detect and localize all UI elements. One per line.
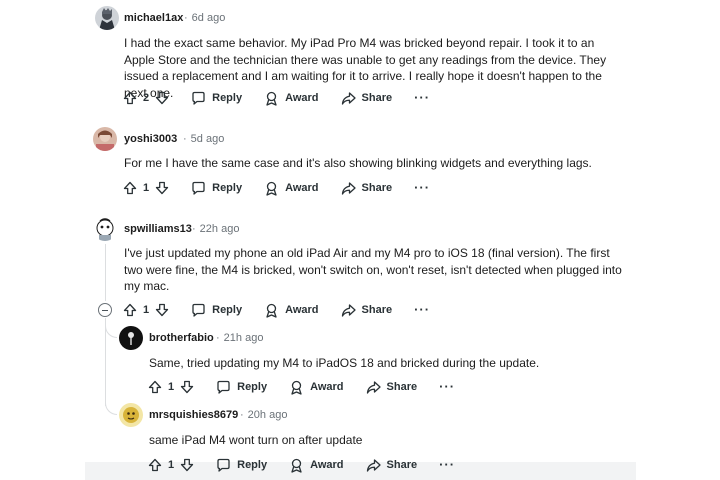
award-ribbon-icon: [264, 303, 285, 318]
speech-bubble-icon: [191, 91, 212, 106]
comment-body: Same, tried updating my M4 to iPadOS 18 …: [149, 356, 540, 370]
avatar-spwilliams13[interactable]: [93, 217, 117, 241]
downvote-arrow-icon[interactable]: [155, 91, 169, 105]
reply-label: Reply: [212, 92, 243, 104]
vote-count: 1: [143, 182, 150, 194]
comment-body: same iPad M4 wont turn on after update: [149, 433, 363, 447]
vote-count: 1: [168, 381, 175, 393]
timestamp: · 6d ago: [184, 12, 226, 24]
timestamp: · 21h ago: [216, 332, 264, 344]
reply-button[interactable]: Reply: [191, 181, 242, 196]
upvote-arrow-icon[interactable]: [123, 91, 137, 105]
timestamp: · 22h ago: [192, 223, 240, 235]
comment-actions: 1 Reply Award Share ···: [123, 178, 430, 198]
downvote-arrow-icon[interactable]: [180, 458, 194, 472]
vote-control: 1: [123, 181, 169, 195]
username[interactable]: spwilliams13: [124, 223, 192, 235]
award-label: Award: [285, 182, 319, 194]
comment-body: For me I have the same case and it's als…: [124, 156, 592, 170]
reply-label: Reply: [237, 459, 268, 471]
upvote-arrow-icon[interactable]: [123, 181, 137, 195]
award-button[interactable]: Award: [289, 380, 344, 395]
more-options-button[interactable]: ···: [414, 181, 430, 194]
share-button[interactable]: Share: [341, 181, 393, 196]
avatar-yoshi3003[interactable]: [93, 127, 117, 151]
comment-actions: 1 Reply Award Share ···: [148, 455, 455, 475]
comment-actions: 1 Reply Award Share ···: [123, 300, 430, 320]
share-label: Share: [386, 459, 418, 471]
collapse-minus-icon[interactable]: [98, 303, 112, 317]
reply-label: Reply: [212, 304, 243, 316]
share-label: Share: [361, 304, 393, 316]
reply-button[interactable]: Reply: [216, 458, 267, 473]
timestamp: · 20h ago: [240, 409, 288, 421]
downvote-arrow-icon[interactable]: [155, 181, 169, 195]
upvote-arrow-icon[interactable]: [148, 458, 162, 472]
reply-label: Reply: [237, 381, 268, 393]
comment-actions: 1 Reply Award Share ···: [148, 377, 455, 397]
award-ribbon-icon: [264, 181, 285, 196]
vote-control: 2: [123, 91, 169, 105]
share-button[interactable]: Share: [366, 458, 418, 473]
award-button[interactable]: Award: [264, 181, 319, 196]
share-button[interactable]: Share: [366, 380, 418, 395]
vote-count: 2: [143, 92, 150, 104]
reply-button[interactable]: Reply: [191, 91, 242, 106]
award-label: Award: [310, 459, 344, 471]
share-label: Share: [361, 182, 393, 194]
comment-body: I've just updated my phone an old iPad A…: [124, 246, 622, 293]
avatar-brotherfabio[interactable]: [119, 326, 143, 350]
timestamp: · 5d ago: [183, 133, 225, 145]
downvote-arrow-icon[interactable]: [180, 380, 194, 394]
award-button[interactable]: Award: [289, 458, 344, 473]
award-ribbon-icon: [289, 458, 310, 473]
vote-count: 1: [168, 459, 175, 471]
vote-control: 1: [148, 458, 194, 472]
vote-control: 1: [148, 380, 194, 394]
share-arrow-icon: [366, 458, 387, 473]
more-options-button[interactable]: ···: [414, 91, 430, 104]
vote-count: 1: [143, 304, 150, 316]
reply-button[interactable]: Reply: [216, 380, 267, 395]
award-label: Award: [310, 381, 344, 393]
username[interactable]: mrsquishies8679: [149, 409, 238, 421]
reply-label: Reply: [212, 182, 243, 194]
award-label: Award: [285, 304, 319, 316]
thread-line: [105, 244, 106, 301]
comment-actions: 2 Reply Award Share ···: [123, 88, 430, 108]
share-button[interactable]: Share: [341, 91, 393, 106]
award-button[interactable]: Award: [264, 91, 319, 106]
avatar-michael1ax[interactable]: [95, 6, 119, 30]
username[interactable]: yoshi3003: [124, 133, 177, 145]
share-label: Share: [361, 92, 393, 104]
share-arrow-icon: [341, 181, 362, 196]
speech-bubble-icon: [191, 181, 212, 196]
more-options-button[interactable]: ···: [439, 458, 455, 471]
share-button[interactable]: Share: [341, 303, 393, 318]
upvote-arrow-icon[interactable]: [123, 303, 137, 317]
username[interactable]: michael1ax: [124, 12, 183, 24]
share-arrow-icon: [341, 91, 362, 106]
share-label: Share: [386, 381, 418, 393]
share-arrow-icon: [366, 380, 387, 395]
downvote-arrow-icon[interactable]: [155, 303, 169, 317]
speech-bubble-icon: [191, 303, 212, 318]
award-ribbon-icon: [264, 91, 285, 106]
avatar-mrsquishies8679[interactable]: [119, 403, 143, 427]
vote-control: 1: [123, 303, 169, 317]
upvote-arrow-icon[interactable]: [148, 380, 162, 394]
more-options-button[interactable]: ···: [439, 380, 455, 393]
award-label: Award: [285, 92, 319, 104]
award-button[interactable]: Award: [264, 303, 319, 318]
share-arrow-icon: [341, 303, 362, 318]
reply-button[interactable]: Reply: [191, 303, 242, 318]
award-ribbon-icon: [289, 380, 310, 395]
speech-bubble-icon: [216, 380, 237, 395]
speech-bubble-icon: [216, 458, 237, 473]
more-options-button[interactable]: ···: [414, 303, 430, 316]
username[interactable]: brotherfabio: [149, 332, 214, 344]
